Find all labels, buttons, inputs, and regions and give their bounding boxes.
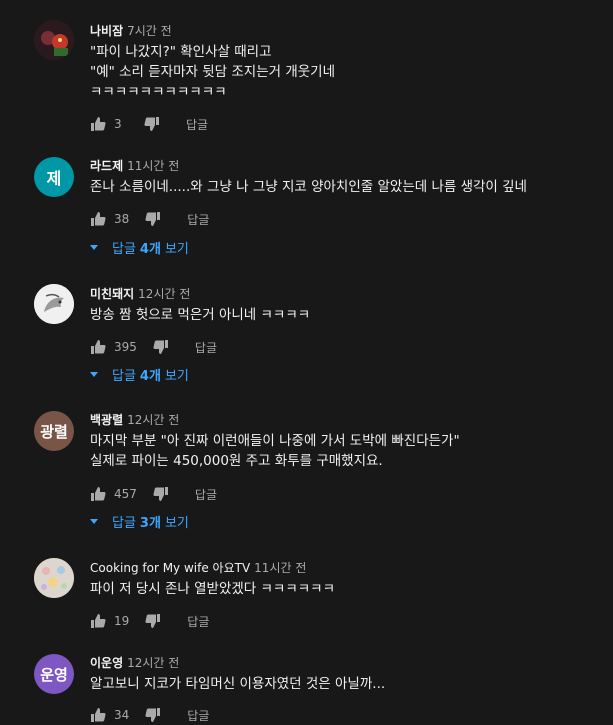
comment-time[interactable]: 11시간 전 (127, 159, 179, 173)
comment-text: 파이 저 당시 존나 열받았겠다 ㅋㅋㅋㅋㅋㅋ (90, 581, 336, 597)
caret-down-icon (90, 519, 98, 524)
avatar[interactable] (34, 558, 74, 598)
comment-author[interactable]: 미친돼지 (90, 287, 134, 301)
view-replies-button[interactable]: 답글 4개 보기 (90, 238, 189, 257)
thumbs-down-icon[interactable] (153, 486, 169, 502)
thumbs-up-icon[interactable] (90, 613, 106, 629)
comment-author[interactable]: 백광렬 (90, 413, 123, 427)
avatar[interactable]: 운영 (34, 654, 74, 694)
avatar-letter: 광렬 (40, 422, 68, 441)
reply-button[interactable]: 답글 (187, 707, 209, 724)
thumbs-down-icon[interactable] (145, 707, 161, 723)
comment-text: "파이 나갔지?" 확인사살 때리고 "예" 소리 듣자마자 뒷담 조지는거 개… (90, 44, 336, 100)
replies-prefix: 답글 (112, 369, 136, 384)
thumbs-down-icon[interactable] (145, 211, 161, 227)
comment-text: 방송 짬 헛으로 먹은거 아니네 ㅋㅋㅋㅋ (90, 307, 311, 323)
replies-suffix: 보기 (164, 242, 189, 257)
avatar[interactable] (34, 284, 74, 324)
thumbs-up-icon[interactable] (90, 339, 106, 355)
like-count: 457 (114, 487, 137, 501)
comment-actions: 38 답글 (90, 209, 209, 229)
reply-button[interactable]: 답글 (186, 116, 208, 133)
like-count: 3 (114, 117, 122, 131)
avatar-letter: 운영 (40, 665, 68, 684)
comment-time[interactable]: 11시간 전 (254, 561, 306, 575)
thumbs-up-icon[interactable] (90, 486, 106, 502)
avatar-letter: 제 (46, 169, 62, 188)
comment-header: 미친돼지 12시간 전 (90, 285, 190, 302)
like-count: 38 (114, 212, 130, 226)
comment-author[interactable]: 나비잠 (90, 24, 123, 38)
comment-time[interactable]: 12시간 전 (127, 656, 179, 670)
reply-button[interactable]: 답글 (187, 613, 209, 630)
reply-button[interactable]: 답글 (195, 486, 217, 503)
comment-text: 존나 소름이네.....와 그냥 나 그냥 지코 양아치인줄 알았는데 나름 생… (90, 179, 527, 195)
comment-header: 나비잠 7시간 전 (90, 22, 172, 39)
replies-count: 3개 (139, 516, 161, 531)
replies-count: 4개 (139, 369, 161, 384)
avatar[interactable] (34, 20, 74, 60)
comment-time[interactable]: 12시간 전 (138, 287, 190, 301)
comment-author[interactable]: 이운영 (90, 656, 123, 670)
comment-actions: 19 답글 (90, 611, 209, 631)
thumbs-up-icon[interactable] (90, 211, 106, 227)
thumbs-up-icon[interactable] (90, 707, 106, 723)
avatar[interactable]: 광렬 (34, 411, 74, 451)
view-replies-button[interactable]: 답글 3개 보기 (90, 512, 189, 531)
like-count: 19 (114, 614, 130, 628)
avatar[interactable]: 제 (34, 157, 74, 197)
comment-time[interactable]: 7시간 전 (127, 24, 172, 38)
comment-text: 알고보니 지코가 타임머신 이용자였던 것은 아닐까... (90, 676, 386, 692)
reply-button[interactable]: 답글 (195, 339, 217, 356)
comment-header: Cooking for My wife 아요TV 11시간 전 (90, 559, 306, 576)
replies-suffix: 보기 (164, 516, 189, 531)
replies-prefix: 답글 (112, 516, 136, 531)
comment-author[interactable]: Cooking for My wife 아요TV (90, 561, 250, 575)
like-count: 395 (114, 340, 137, 354)
replies-prefix: 답글 (112, 242, 136, 257)
thumbs-down-icon[interactable] (153, 339, 169, 355)
replies-count: 4개 (139, 242, 161, 257)
comment-author[interactable]: 라드제 (90, 159, 123, 173)
comment-actions: 34 답글 (90, 705, 209, 725)
comment-actions: 3 답글 (90, 114, 208, 134)
replies-suffix: 보기 (164, 369, 189, 384)
comment-time[interactable]: 12시간 전 (127, 413, 179, 427)
comment-header: 이운영 12시간 전 (90, 654, 179, 671)
comment-actions: 395 답글 (90, 337, 217, 357)
comment-header: 라드제 11시간 전 (90, 157, 179, 174)
view-replies-button[interactable]: 답글 4개 보기 (90, 365, 189, 384)
comment-text: 마지막 부분 "아 진짜 이런애들이 나중에 가서 도박에 빠진다든가" 실제로… (90, 433, 460, 469)
like-count: 34 (114, 708, 130, 722)
thumbs-down-icon[interactable] (145, 613, 161, 629)
comment-header: 백광렬 12시간 전 (90, 411, 179, 428)
thumbs-down-icon[interactable] (144, 116, 160, 132)
reply-button[interactable]: 답글 (187, 211, 209, 228)
caret-down-icon (90, 245, 98, 250)
comment-actions: 457 답글 (90, 484, 217, 504)
thumbs-up-icon[interactable] (90, 116, 106, 132)
caret-down-icon (90, 372, 98, 377)
